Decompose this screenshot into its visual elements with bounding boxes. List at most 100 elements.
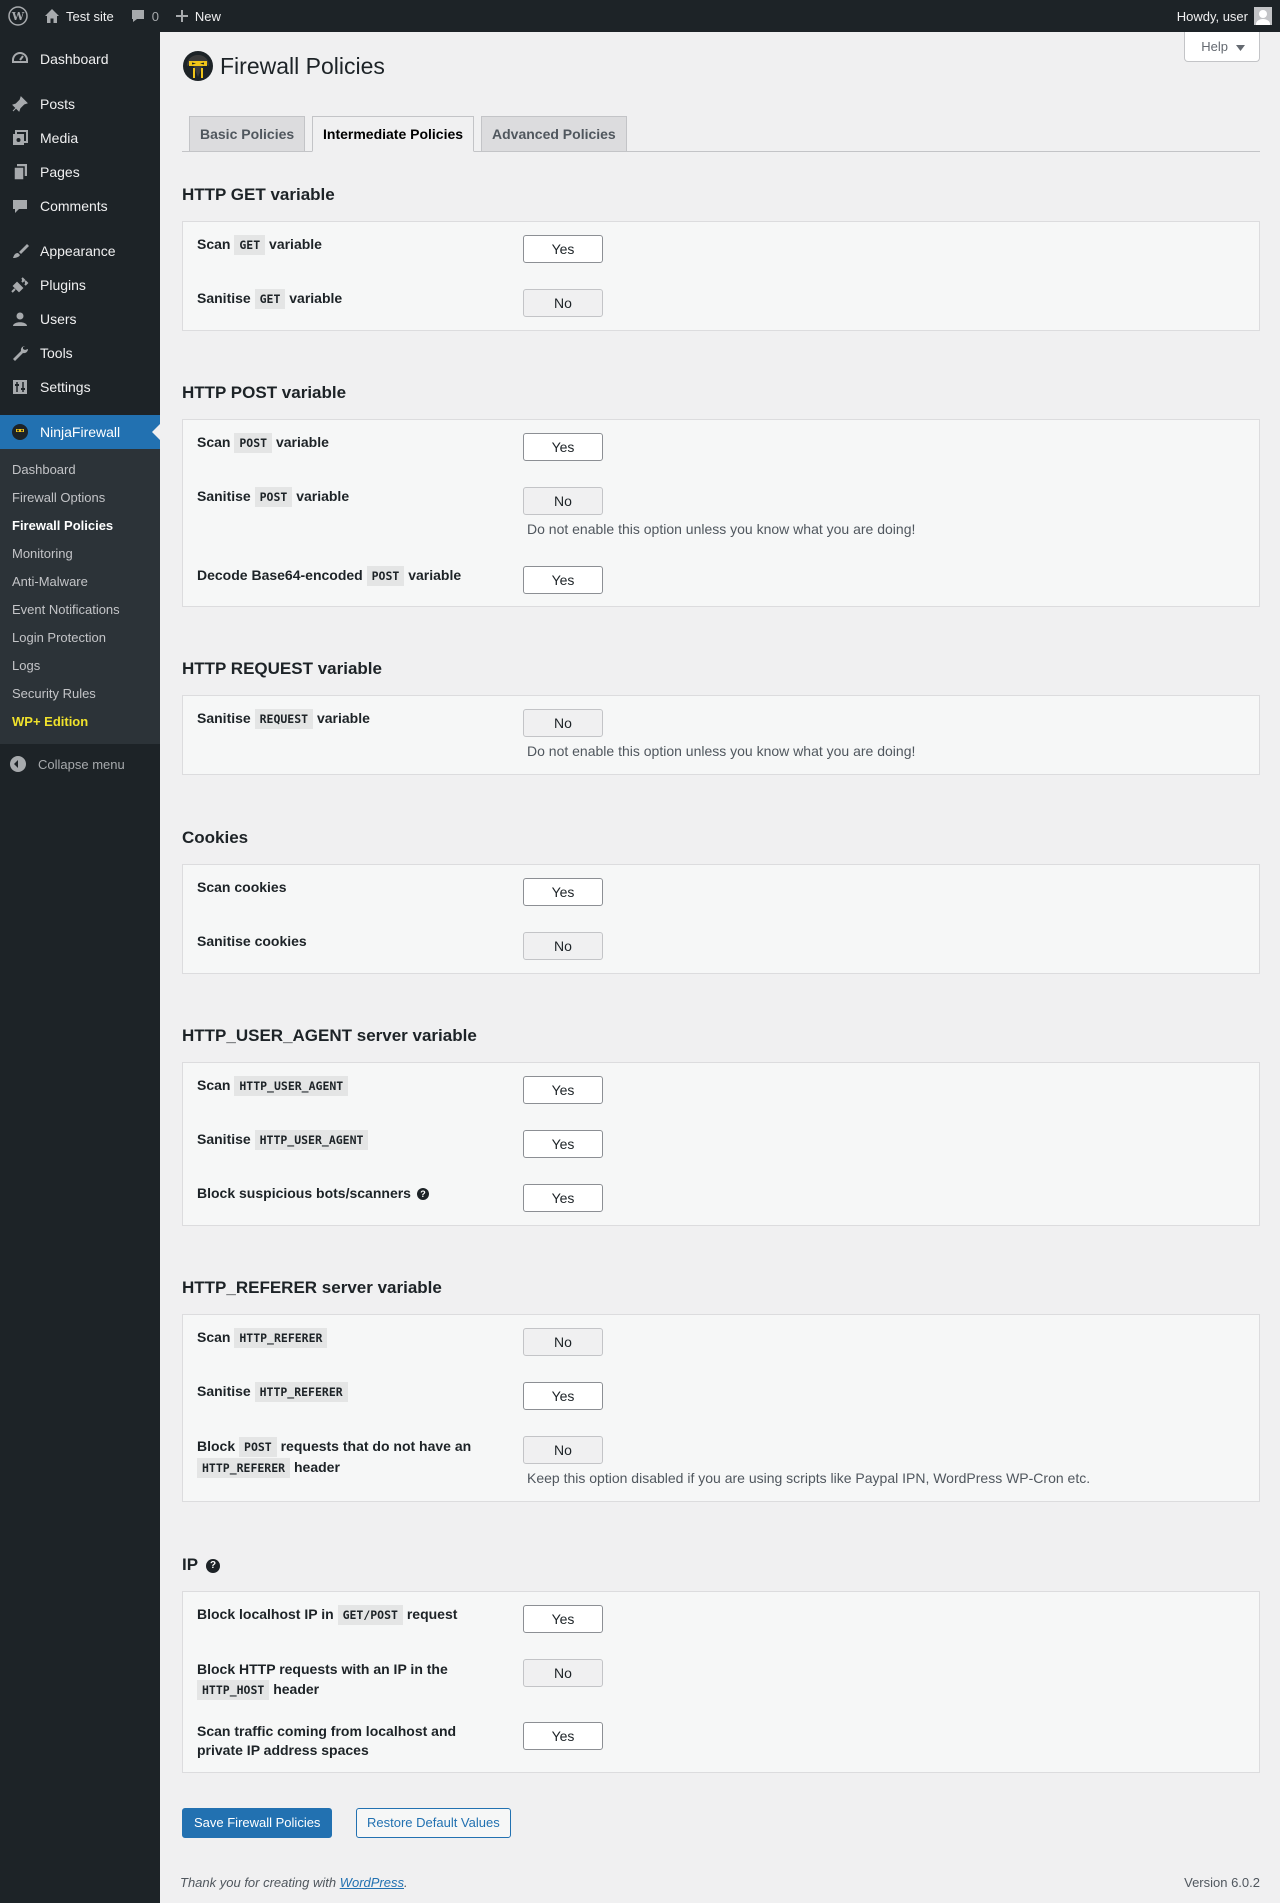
decode-base64-toggle[interactable]: Yes	[523, 566, 603, 594]
block-http-host-ip-toggle[interactable]: No	[523, 1659, 603, 1687]
sidebar-item-label: Plugins	[40, 277, 86, 293]
submenu-firewall-policies[interactable]: Firewall Policies	[0, 512, 160, 540]
row-label-sanitise-cookies: Sanitise cookies	[197, 933, 307, 949]
svg-text:W: W	[11, 10, 25, 23]
tab-basic-policies[interactable]: Basic Policies	[189, 116, 306, 152]
avatar	[1254, 7, 1272, 25]
row-label-sanitise-referer: Sanitise HTTP_REFERER	[197, 1382, 348, 1402]
save-firewall-policies-button[interactable]: Save Firewall Policies	[182, 1808, 333, 1838]
sanitise-post-toggle[interactable]: No	[523, 487, 603, 515]
section-title-cookies: Cookies	[182, 828, 249, 847]
ip-help-question-icon[interactable]: ?	[206, 1558, 221, 1573]
my-account-link[interactable]: Howdy, user	[1177, 7, 1280, 25]
site-name-label: Test site	[66, 8, 114, 24]
submenu-wp-plus-edition[interactable]: WP+ Edition	[0, 708, 160, 736]
submenu-dashboard[interactable]: Dashboard	[0, 456, 160, 484]
block-post-no-referer-toggle[interactable]: No	[523, 1436, 603, 1464]
sidebar-item-tools[interactable]: Tools	[0, 336, 160, 370]
comments-link[interactable]: 0	[122, 0, 167, 32]
scan-post-toggle[interactable]: Yes	[523, 433, 603, 461]
footer-version: Version 6.0.2	[1184, 1875, 1260, 1890]
sidebar-item-dashboard[interactable]: Dashboard	[0, 42, 160, 76]
row-label-block-localhost-ip: Block localhost IP in GET/POST request	[197, 1605, 457, 1625]
row-label-sanitise-user-agent: Sanitise HTTP_USER_AGENT	[197, 1130, 369, 1150]
section-title-referer: HTTP_REFERER server variable	[182, 1278, 442, 1297]
sidebar-item-settings[interactable]: Settings	[0, 370, 160, 404]
submenu-monitoring[interactable]: Monitoring	[0, 540, 160, 568]
new-label: New	[194, 8, 221, 24]
help-question-icon[interactable]: ?	[416, 1188, 429, 1201]
submenu-login-protection[interactable]: Login Protection	[0, 624, 160, 652]
comment-icon	[10, 196, 30, 216]
sidebar-item-comments[interactable]: Comments	[0, 189, 160, 223]
sidebar-item-label: Appearance	[40, 243, 116, 259]
new-content-link[interactable]: New	[167, 0, 229, 32]
wordpress-link[interactable]: WordPress	[340, 1875, 404, 1890]
plus-icon	[175, 9, 189, 23]
site-name-link[interactable]: Test site	[36, 0, 122, 32]
admin-sidebar: Dashboard Posts Media Pages Comments App…	[0, 32, 160, 1903]
sidebar-item-appearance[interactable]: Appearance	[0, 234, 160, 268]
home-icon	[44, 8, 60, 24]
row-label-block-post-no-referer: Block POST requests that do not have an …	[197, 1436, 497, 1478]
settings-icon	[10, 377, 30, 397]
sanitise-post-warning: Do not enable this option unless you kno…	[527, 521, 916, 537]
help-tab-button[interactable]: Help	[1184, 32, 1260, 62]
sidebar-item-ninjafirewall[interactable]: NinjaFirewall	[0, 415, 160, 449]
tab-intermediate-policies[interactable]: Intermediate Policies	[312, 116, 475, 152]
user-icon	[10, 309, 30, 329]
collapse-menu-button[interactable]: Collapse menu	[0, 746, 160, 782]
scan-referer-toggle[interactable]: No	[523, 1328, 603, 1356]
sidebar-item-pages[interactable]: Pages	[0, 155, 160, 189]
help-label: Help	[1201, 39, 1228, 54]
sanitise-request-warning: Do not enable this option unless you kno…	[527, 743, 916, 759]
sidebar-item-label: Settings	[40, 379, 91, 395]
sanitise-referer-toggle[interactable]: Yes	[523, 1382, 603, 1410]
sidebar-item-users[interactable]: Users	[0, 302, 160, 336]
row-label-scan-cookies: Scan cookies	[197, 879, 287, 895]
ninjafirewall-submenu: Dashboard Firewall Options Firewall Poli…	[0, 449, 160, 744]
admin-bar: W Test site 0 New Howdy, user	[0, 0, 1280, 32]
sidebar-item-plugins[interactable]: Plugins	[0, 268, 160, 302]
comments-count: 0	[151, 8, 159, 24]
sanitise-get-toggle[interactable]: No	[523, 289, 603, 317]
scan-localhost-traffic-toggle[interactable]: Yes	[523, 1722, 603, 1750]
wrench-icon	[10, 343, 30, 363]
submenu-security-rules[interactable]: Security Rules	[0, 680, 160, 708]
section-box-referer: Scan HTTP_REFERER No Sanitise HTTP_REFER…	[182, 1314, 1260, 1502]
submenu-event-notifications[interactable]: Event Notifications	[0, 596, 160, 624]
section-title-request: HTTP REQUEST variable	[182, 659, 382, 678]
sanitise-request-toggle[interactable]: No	[523, 709, 603, 737]
scan-user-agent-toggle[interactable]: Yes	[523, 1076, 603, 1104]
row-label-sanitise-post: Sanitise POST variable	[197, 487, 349, 507]
policy-tabs: Basic Policies Intermediate Policies Adv…	[182, 116, 1260, 152]
sidebar-item-media[interactable]: Media	[0, 121, 160, 155]
sidebar-item-posts[interactable]: Posts	[0, 87, 160, 121]
block-localhost-ip-toggle[interactable]: Yes	[523, 1605, 603, 1633]
section-box-cookies: Scan cookies Yes Sanitise cookies No	[182, 864, 1260, 974]
submenu-logs[interactable]: Logs	[0, 652, 160, 680]
row-label-scan-get: Scan GET variable	[197, 235, 322, 255]
wordpress-logo-icon[interactable]: W	[0, 0, 36, 32]
row-label-sanitise-request: Sanitise REQUEST variable	[197, 709, 370, 729]
submenu-anti-malware[interactable]: Anti-Malware	[0, 568, 160, 596]
block-bots-toggle[interactable]: Yes	[523, 1184, 603, 1212]
sidebar-item-label: Dashboard	[40, 51, 109, 67]
caret-down-icon	[1236, 39, 1245, 54]
block-post-referer-note: Keep this option disabled if you are usi…	[527, 1470, 1091, 1486]
restore-default-values-button[interactable]: Restore Default Values	[356, 1808, 511, 1838]
scan-cookies-toggle[interactable]: Yes	[523, 878, 603, 906]
row-label-scan-referer: Scan HTTP_REFERER	[197, 1328, 328, 1348]
sidebar-item-label: Pages	[40, 164, 80, 180]
sanitise-user-agent-toggle[interactable]: Yes	[523, 1130, 603, 1158]
section-box-request: Sanitise REQUEST variable No Do not enab…	[182, 695, 1260, 775]
scan-get-toggle[interactable]: Yes	[523, 235, 603, 263]
section-box-get: Scan GET variable Yes Sanitise GET varia…	[182, 221, 1260, 331]
sidebar-item-label: Posts	[40, 96, 76, 112]
sanitise-cookies-toggle[interactable]: No	[523, 932, 603, 960]
tab-advanced-policies[interactable]: Advanced Policies	[481, 116, 627, 152]
row-label-decode-base64: Decode Base64-encoded POST variable	[197, 566, 461, 586]
row-label-block-http-host-ip: Block HTTP requests with an IP in the HT…	[197, 1659, 487, 1700]
submenu-firewall-options[interactable]: Firewall Options	[0, 484, 160, 512]
sidebar-item-label: Users	[40, 311, 77, 327]
